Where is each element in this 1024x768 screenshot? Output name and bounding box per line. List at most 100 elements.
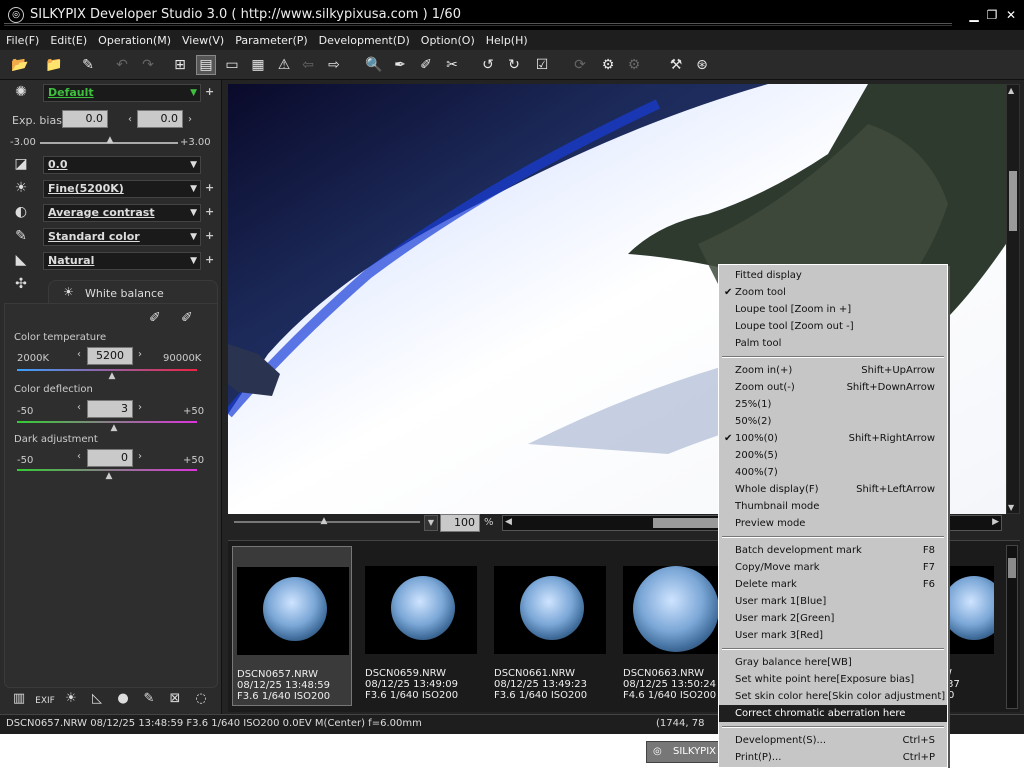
rotate-left-icon[interactable]: ↺ [478,55,498,75]
decrement-icon[interactable]: ‹ [128,114,132,125]
context-menu-item[interactable]: Fitted display [719,267,947,284]
check-icon[interactable]: ☑ [532,55,552,75]
increment-icon[interactable]: › [188,114,192,125]
context-menu-item[interactable]: Whole display(F) Shift+LeftArrow [719,481,947,498]
hammer-icon[interactable]: ⚒ [666,55,686,75]
thumbnail-card[interactable]: DSCN0659.NRW 08/12/25 13:49:09 F3.6 1/64… [361,546,481,706]
sparkle-icon[interactable]: ✣ [11,276,31,294]
undo-icon[interactable]: ↶ [112,55,132,75]
skin-dropper-icon[interactable]: ✐ [181,310,193,326]
context-menu-item[interactable]: 400%(7) [719,464,947,481]
thumbnail-card[interactable]: DSCN0657.NRW 08/12/25 13:48:59 F3.6 1/64… [232,546,352,706]
preview-thumbnail-icon[interactable]: ▤ [196,55,216,75]
increment-icon[interactable]: › [138,349,142,360]
dark-adjustment-input[interactable]: 0 [87,449,133,467]
context-menu-item[interactable]: Zoom in(+) Shift+UpArrow [719,362,947,379]
dropper-icon[interactable]: ✐ [416,55,436,75]
rotate-right-icon[interactable]: ↻ [504,55,524,75]
histogram-icon[interactable]: ▥ [8,691,30,711]
single-view-icon[interactable]: ▭ [222,55,242,75]
context-menu-item[interactable]: Development(S)... Ctrl+S [719,732,947,749]
menu-edit[interactable]: Edit(E) [50,34,87,47]
distortion-icon[interactable]: ◌ [190,691,212,711]
zoom-input[interactable]: 100 [440,514,480,532]
color-deflection-track[interactable] [17,421,197,423]
curve-icon[interactable]: ◺ [86,691,108,711]
menu-view[interactable]: View(V) [182,34,224,47]
exp-bias-input[interactable]: 0.0 [62,110,108,128]
scroll-right-icon[interactable]: ▶ [992,517,999,527]
context-menu-item[interactable]: ✔ Zoom tool [719,284,947,301]
context-menu-item[interactable]: 50%(2) [719,413,947,430]
color-temperature-input[interactable]: 5200 [87,347,133,365]
context-menu-item[interactable]: User mark 2[Green] [719,610,947,627]
color-temperature-track[interactable] [17,369,197,371]
scroll-down-icon[interactable]: ▼ [1008,503,1014,512]
scroll-left-icon[interactable]: ◀ [505,517,512,527]
contrast-dropdown[interactable]: Average contrast ▼ [43,204,201,222]
context-menu-item[interactable]: User mark 3[Red] [719,627,947,644]
decrement-icon[interactable]: ‹ [77,402,81,413]
gray-dropper-icon[interactable]: ✐ [149,310,161,326]
menu-operation[interactable]: Operation(M) [98,34,171,47]
add-sharpness-icon[interactable]: + [205,253,215,267]
develop-settings-icon[interactable]: ⚙ [598,55,618,75]
develop-icon[interactable]: ⊛ [692,55,712,75]
context-menu-item[interactable]: Batch development mark F8 [719,542,947,559]
zoom-icon[interactable]: 🔍 [364,55,384,75]
thumbnail-card[interactable]: DSCN0661.NRW 08/12/25 13:49:23 F3.6 1/64… [490,546,610,706]
next-icon[interactable]: ⇨ [324,55,344,75]
zoom-slider-thumb[interactable]: ▲ [320,517,328,526]
context-menu-item[interactable]: Print(P)... Ctrl+P [719,749,947,766]
context-menu-item[interactable]: Preview mode [719,515,947,532]
sphere-icon[interactable]: ● [112,691,134,711]
paint-icon[interactable]: ✎ [138,691,160,711]
color-temperature-thumb[interactable]: ▲ [108,372,116,381]
sharpness-dropdown[interactable]: Natural ▼ [43,252,201,270]
lens-icon[interactable]: ⊠ [164,691,186,711]
increment-icon[interactable]: › [138,402,142,413]
increment-icon[interactable]: › [138,451,142,462]
preview-vertical-scrollbar[interactable]: ▲ ▼ [1006,84,1020,514]
sync-icon[interactable]: ⟳ [570,55,590,75]
scroll-thumb[interactable] [1009,171,1017,231]
context-menu-item[interactable]: Palm tool [719,335,947,352]
context-menu-item[interactable]: Thumbnail mode [719,498,947,515]
color-deflection-input[interactable]: 3 [87,400,133,418]
scroll-thumb[interactable] [1008,558,1016,578]
menu-help[interactable]: Help(H) [486,34,528,47]
menu-parameter[interactable]: Parameter(P) [235,34,307,47]
white-balance-tab[interactable]: ☀ White balance [48,280,218,304]
context-menu-item[interactable]: Delete mark F6 [719,576,947,593]
exp-bias-thumb[interactable]: ▲ [106,136,114,145]
chevron-down-icon[interactable]: ▼ [424,515,438,531]
minimize-icon[interactable]: ▁ [966,7,982,23]
close-icon[interactable]: ✕ [1003,7,1019,23]
context-menu-item[interactable]: Set skin color here[Skin color adjustmen… [719,688,947,705]
add-white-balance-icon[interactable]: + [205,181,215,195]
context-menu-item[interactable]: Gray balance here[WB] [719,654,947,671]
context-menu-item[interactable]: Copy/Move mark F7 [719,559,947,576]
add-color-icon[interactable]: + [205,229,215,243]
eraser-icon[interactable]: ✎ [78,55,98,75]
dark-adjustment-thumb[interactable]: ▲ [105,472,113,481]
tone-dropdown[interactable]: 0.0 ▼ [43,156,201,174]
taskbar-silkypix-button[interactable]: ◎ SILKYPIX [646,741,722,763]
taste-dropdown[interactable]: Default ▼ [43,84,201,102]
context-menu-item[interactable]: Correct chromatic aberration here [719,705,947,722]
context-menu-item[interactable]: 25%(1) [719,396,947,413]
light-icon[interactable]: ☀ [60,691,82,711]
context-menu-item[interactable]: User mark 1[Blue] [719,593,947,610]
context-menu-item[interactable]: 200%(5) [719,447,947,464]
open-file-icon[interactable]: 📁 [44,55,64,75]
menu-file[interactable]: File(F) [6,34,39,47]
context-menu-item[interactable]: Zoom out(-) Shift+DownArrow [719,379,947,396]
decrement-icon[interactable]: ‹ [77,349,81,360]
add-taste-icon[interactable]: + [205,85,215,99]
compare-view-icon[interactable]: ▦ [248,55,268,75]
redo-icon[interactable]: ↷ [138,55,158,75]
batch-settings-icon[interactable]: ⚙ [624,55,644,75]
warning-icon[interactable]: ⚠ [274,55,294,75]
color-deflection-thumb[interactable]: ▲ [110,424,118,433]
context-menu-item[interactable]: Loupe tool [Zoom in +] [719,301,947,318]
